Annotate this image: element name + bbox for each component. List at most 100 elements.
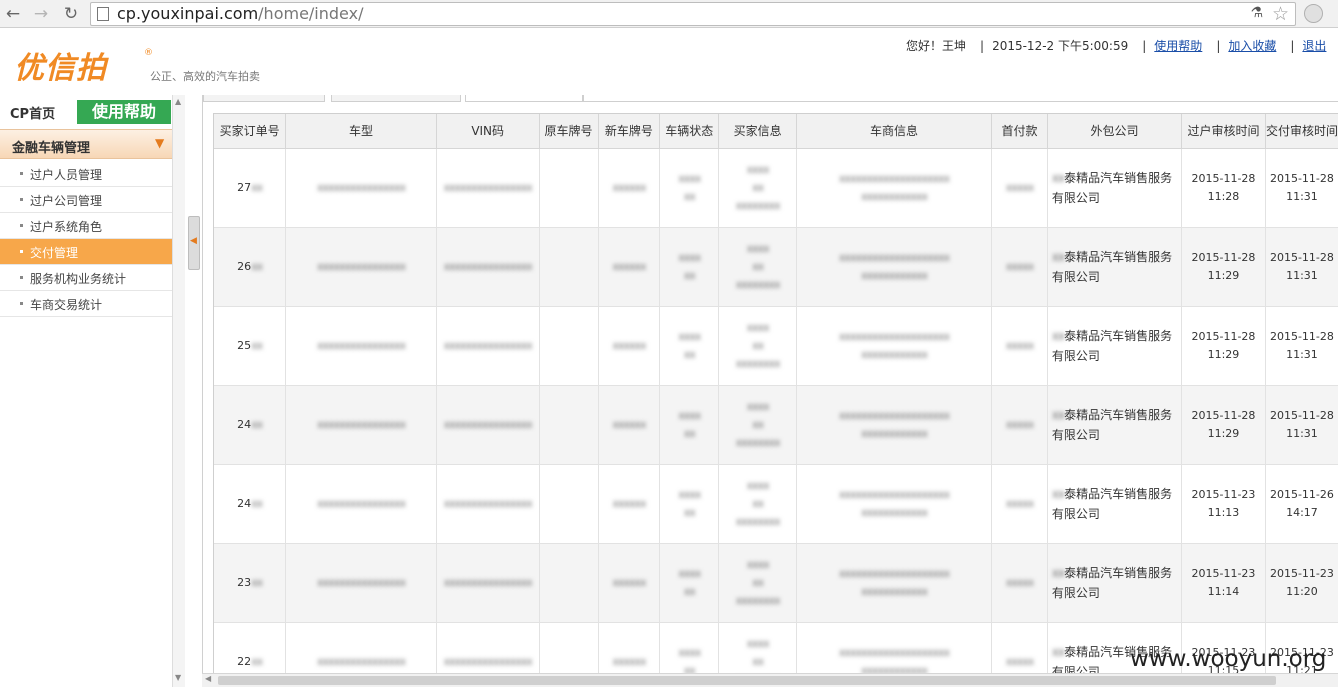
order-number-cell: 26xx bbox=[214, 227, 287, 307]
scroll-left-icon[interactable]: ◀ bbox=[205, 674, 211, 683]
scroll-up-icon[interactable]: ▲ bbox=[175, 97, 181, 106]
buyer-info-cell: xxxxxxxxxxxxxx bbox=[718, 148, 797, 228]
browser-toolbar: ← → ↻ cp.youxinpai.com/home/index/ ⚗ ☆ bbox=[0, 0, 1338, 28]
old-plate-cell bbox=[539, 622, 599, 673]
extension-globe-icon[interactable] bbox=[1304, 4, 1323, 23]
scrollbar-thumb[interactable] bbox=[218, 676, 1276, 685]
dealer-info-cell: xxxxxxxxxxxxxxxxxxxx xxxxxxxxxxxx bbox=[796, 148, 993, 228]
table-row[interactable]: 24xx xxxxxxxxxxxxxxxx xxxxxxxxxxxxxxxx xxxx… bbox=[214, 385, 1338, 465]
back-arrow-icon[interactable]: ← bbox=[2, 3, 24, 25]
sidebar-item-delivery[interactable]: 交付管理 bbox=[0, 239, 172, 265]
column-header: 外包公司 bbox=[1047, 114, 1183, 149]
transfer-review-time-cell: 2015-11-28 11:29 bbox=[1181, 385, 1266, 465]
dealer-info-cell: xxxxxxxxxxxxxxxxxxxx xxxxxxxxxxxx bbox=[796, 622, 993, 673]
vehicle-status-cell: xxxx xx bbox=[659, 543, 720, 623]
sidebar-item-transfer-company[interactable]: 过户公司管理 bbox=[0, 187, 172, 213]
add-favorite-link[interactable]: 加入收藏 bbox=[1228, 39, 1276, 53]
old-plate-cell bbox=[539, 385, 599, 465]
collapse-arrow-icon[interactable]: ◀ bbox=[190, 236, 197, 246]
table-row[interactable]: 23xx xxxxxxxxxxxxxxxx xxxxxxxxxxxxxxxx xxxx… bbox=[214, 543, 1338, 623]
bullet-icon bbox=[20, 172, 23, 175]
buyer-info-cell: xxxxxxxxxxxxxx bbox=[718, 622, 797, 673]
sidebar-item-label: 过户人员管理 bbox=[30, 168, 103, 182]
vehicle-status-cell: xxxx xx bbox=[659, 622, 720, 673]
new-plate-cell: xxxxxx bbox=[598, 148, 661, 228]
table-row[interactable]: 26xx xxxxxxxxxxxxxxxx xxxxxxxxxxxxxxxx xxxx… bbox=[214, 227, 1338, 307]
logo[interactable]: 优信拍 bbox=[14, 43, 107, 87]
outsourcing-company-cell: xx泰精品汽车销售服务有限公司 bbox=[1047, 227, 1183, 307]
tab-fragment[interactable] bbox=[203, 95, 325, 102]
column-header: 原车牌号 bbox=[539, 114, 599, 149]
vin-cell: xxxxxxxxxxxxxxxx bbox=[436, 227, 540, 307]
outsourcing-company-cell: xx泰精品汽车销售服务有限公司 bbox=[1047, 385, 1183, 465]
car-model-cell: xxxxxxxxxxxxxxxx bbox=[285, 227, 437, 307]
sidebar-item-service-stats[interactable]: 服务机构业务统计 bbox=[0, 265, 172, 291]
order-number-cell: 23xx bbox=[214, 543, 287, 623]
sidebar-item-label: 服务机构业务统计 bbox=[30, 272, 127, 286]
table-header-row: 买家订单号 车型 VIN码 原车牌号 新车牌号 车辆状态 买家信息 车商信息 首… bbox=[214, 114, 1338, 149]
vehicle-status-cell: xxxx xx bbox=[659, 148, 720, 228]
delivery-table: 买家订单号 车型 VIN码 原车牌号 新车牌号 车辆状态 买家信息 车商信息 首… bbox=[214, 114, 1338, 673]
table-row[interactable]: 24xx xxxxxxxxxxxxxxxx xxxxxxxxxxxxxxxx xxxx… bbox=[214, 464, 1338, 544]
delivery-table-container[interactable]: 买家订单号 车型 VIN码 原车牌号 新车牌号 车辆状态 买家信息 车商信息 首… bbox=[213, 113, 1338, 673]
horizontal-scrollbar[interactable]: ◀ bbox=[202, 673, 1338, 687]
vin-cell: xxxxxxxxxxxxxxxx bbox=[436, 385, 540, 465]
scroll-down-icon[interactable]: ▼ bbox=[175, 673, 181, 682]
new-plate-cell: xxxxxx bbox=[598, 385, 661, 465]
key-icon[interactable]: ⚗ bbox=[1250, 5, 1263, 21]
vehicle-status-cell: xxxx xx bbox=[659, 227, 720, 307]
sidebar-scrollbar[interactable]: ▲ ▼ bbox=[172, 95, 185, 687]
order-number-cell: 24xx bbox=[214, 385, 287, 465]
delivery-review-time-cell: 2015-11-28 11:31 bbox=[1265, 385, 1338, 465]
sidebar-item-transfer-staff[interactable]: 过户人员管理 bbox=[0, 161, 172, 187]
table-row[interactable]: 25xx xxxxxxxxxxxxxxxx xxxxxxxxxxxxxxxx xxxx… bbox=[214, 306, 1338, 386]
new-plate-cell: xxxxxx bbox=[598, 622, 661, 673]
table-row[interactable]: 27xx xxxxxxxxxxxxxxxx xxxxxxxxxxxxxxxx xxxx… bbox=[214, 148, 1338, 228]
bookmark-star-icon[interactable]: ☆ bbox=[1272, 3, 1289, 25]
car-model-cell: xxxxxxxxxxxxxxxx bbox=[285, 622, 437, 673]
sidebar-section-header[interactable]: 金融车辆管理 ▼ bbox=[0, 129, 172, 159]
column-header: 新车牌号 bbox=[598, 114, 661, 149]
buyer-info-cell: xxxxxxxxxxxxxx bbox=[718, 464, 797, 544]
top-user-bar: 您好！王坤 | 2015-12-2 下午5:00:59 | 使用帮助 | 加入收藏 | 退出 bbox=[906, 39, 1327, 53]
logout-link[interactable]: 退出 bbox=[1302, 39, 1326, 53]
address-bar[interactable]: cp.youxinpai.com/home/index/ ⚗ ☆ bbox=[90, 2, 1296, 26]
help-link[interactable]: 使用帮助 bbox=[1154, 39, 1202, 53]
delivery-review-time-cell: 2015-11-28 11:31 bbox=[1265, 306, 1338, 386]
old-plate-cell bbox=[539, 543, 599, 623]
car-model-cell: xxxxxxxxxxxxxxxx bbox=[285, 306, 437, 386]
sidebar-item-dealer-stats[interactable]: 车商交易统计 bbox=[0, 291, 172, 317]
order-number-cell: 25xx bbox=[214, 306, 287, 386]
dealer-info-cell: xxxxxxxxxxxxxxxxxxxx xxxxxxxxxxxx bbox=[796, 464, 993, 544]
bullet-icon bbox=[20, 250, 23, 253]
outsourcing-company-cell: xx泰精品汽车销售服务有限公司 bbox=[1047, 148, 1183, 228]
column-header: 买家订单号 bbox=[214, 114, 287, 149]
table-body: 27xx xxxxxxxxxxxxxxxx xxxxxxxxxxxxxxxx xxxx… bbox=[214, 148, 1338, 673]
old-plate-cell bbox=[539, 464, 599, 544]
down-payment-cell: xxxxx bbox=[991, 622, 1048, 673]
reload-icon[interactable]: ↻ bbox=[60, 3, 82, 25]
tab-fragment[interactable] bbox=[331, 95, 461, 102]
car-model-cell: xxxxxxxxxxxxxxxx bbox=[285, 148, 437, 228]
forward-arrow-icon[interactable]: → bbox=[30, 3, 52, 25]
column-header: 交付审核时间 bbox=[1265, 114, 1338, 149]
dealer-info-cell: xxxxxxxxxxxxxxxxxxxx xxxxxxxxxxxx bbox=[796, 306, 993, 386]
current-datetime: 2015-12-2 下午5:00:59 bbox=[992, 39, 1129, 53]
sidebar-item-transfer-roles[interactable]: 过户系统角色 bbox=[0, 213, 172, 239]
new-plate-cell: xxxxxx bbox=[598, 227, 661, 307]
help-button[interactable]: 使用帮助 bbox=[77, 100, 171, 124]
sidebar-home-link[interactable]: CP首页 bbox=[10, 103, 55, 122]
buyer-info-cell: xxxxxxxxxxxxxx bbox=[718, 543, 797, 623]
column-header: 车型 bbox=[285, 114, 437, 149]
old-plate-cell bbox=[539, 148, 599, 228]
tab-fragment[interactable] bbox=[465, 95, 583, 102]
outsourcing-company-cell: xx泰精品汽车销售服务有限公司 bbox=[1047, 306, 1183, 386]
delivery-review-time-cell: 2015-11-28 11:31 bbox=[1265, 148, 1338, 228]
outsourcing-company-cell: xx泰精品汽车销售服务有限公司 bbox=[1047, 543, 1183, 623]
page-icon bbox=[97, 7, 109, 21]
bullet-icon bbox=[20, 198, 23, 201]
logo-registered-mark: ® bbox=[144, 48, 153, 58]
transfer-review-time-cell: 2015-11-23 11:13 bbox=[1181, 464, 1266, 544]
down-payment-cell: xxxxx bbox=[991, 227, 1048, 307]
old-plate-cell bbox=[539, 306, 599, 386]
